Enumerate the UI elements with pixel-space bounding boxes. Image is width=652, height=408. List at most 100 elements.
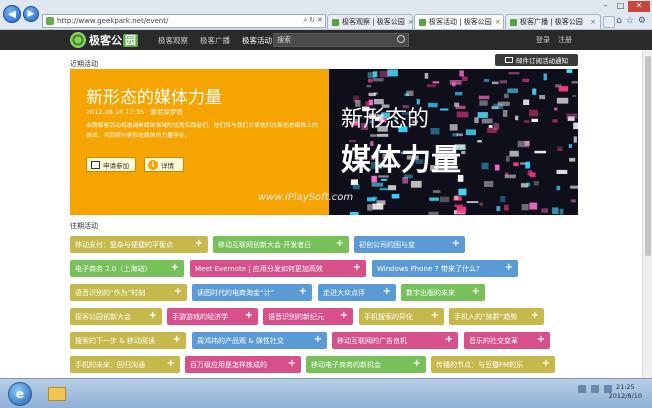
stop-icon[interactable]: ✕ [317, 16, 323, 25]
hero-tile [494, 164, 500, 171]
past-event-tag[interactable]: 数字出版的未来 + [401, 284, 485, 301]
refresh-icon[interactable]: ↻ [309, 16, 315, 25]
past-event-tag[interactable]: 音乐的社交变革 + [464, 332, 550, 349]
vertical-scrollbar[interactable] [642, 50, 652, 378]
site-logo[interactable]: 极客公园 [70, 32, 138, 48]
forward-button[interactable]: ▶ [23, 6, 39, 22]
tray-flag-icon[interactable] [578, 385, 586, 393]
hero-tile [454, 102, 460, 107]
plus-icon: + [298, 286, 307, 297]
detail-label: 详情 [161, 161, 174, 170]
maximize-button[interactable]: □ [613, 1, 628, 12]
back-arrow-icon: ◀ [8, 8, 16, 20]
hero-line-1: 新形态的 [341, 107, 430, 132]
ie-taskbar-icon[interactable]: e [8, 382, 32, 406]
tab-observation[interactable]: 极客观察 | 极客公园 × [327, 14, 413, 29]
new-tab-button[interactable] [603, 16, 615, 28]
past-event-tag[interactable]: Meet Evernote | 应用分发如何更加高效 + [190, 260, 366, 277]
apply-button[interactable]: 申请参加 [86, 157, 136, 172]
minimize-button[interactable]: – [598, 1, 613, 12]
tag-label: 移动支付：复杂与便捷的平衡点 [75, 240, 173, 249]
close-window-button[interactable]: ✕ [628, 1, 650, 12]
tag-label: 走进大众点评 [323, 288, 365, 297]
past-event-tag[interactable]: 手机入的“族群”趋势 + [449, 308, 544, 325]
hero-tile [483, 79, 490, 82]
past-event-tag[interactable]: 读图时代的电商淘金“计” + [192, 284, 312, 301]
tab-close-icon[interactable]: × [492, 18, 501, 26]
subscribe-button[interactable]: 邮件订阅活动通知 [495, 54, 578, 66]
hero-tile [481, 162, 489, 170]
hero-tile [496, 206, 501, 212]
past-event-tag[interactable]: 语音识别的“作为”时刻 + [70, 284, 187, 301]
hero-tile [552, 207, 559, 215]
hero-tile [430, 128, 440, 135]
tag-label: 电子商务 2.0（上海站） [75, 264, 152, 273]
past-event-tag[interactable]: 极客公园创新大会 + [70, 308, 162, 325]
hero-tile [387, 185, 397, 191]
past-event-tag[interactable]: 移动互联网的广告良机 + [332, 332, 458, 349]
nav-broadcast[interactable]: 极客广播 [200, 35, 230, 46]
home-icon[interactable]: ⌂ [616, 16, 622, 26]
search-icon[interactable] [397, 35, 405, 43]
past-event-tag[interactable]: 初创公司的困与变 + [354, 236, 465, 253]
event-title[interactable]: 新形态的媒体力量 [86, 83, 222, 108]
hero-tile [424, 73, 429, 79]
hero-tile [426, 84, 436, 88]
settings-icon[interactable]: ⚙ [638, 16, 646, 26]
hero-tile [508, 72, 520, 75]
register-link[interactable]: 注册 [558, 35, 572, 45]
tab-events[interactable]: 极客活动 | 极客公园 × [414, 14, 504, 29]
past-event-tag[interactable]: Windows Phone 7 带来了什么? + [372, 260, 518, 277]
info-icon: i [148, 159, 158, 170]
site-nav: 极客观察 极客广播 极客活动 [158, 30, 272, 50]
past-event-tag[interactable]: 传播的节点：与豆瓣FM的乐 + [431, 356, 555, 373]
past-event-tag[interactable]: 搜索的下一步 & 移动阅读 + [70, 332, 186, 349]
past-event-tag[interactable]: 手游游戏的经济学 + [167, 308, 258, 325]
tray-network-icon[interactable] [591, 385, 599, 393]
past-event-tag[interactable]: 移动支付：复杂与便捷的平衡点 + [70, 236, 208, 253]
past-event-tag[interactable]: 手机的未来：回归沟通 + [70, 356, 180, 373]
search-icon[interactable]: ⌕ [303, 16, 307, 25]
favorites-icon[interactable]: ☆ [626, 16, 634, 26]
tag-label: Meet Evernote | 应用分发如何更加高效 [195, 264, 323, 273]
tab-favicon-icon [510, 18, 517, 26]
banner-hero-image[interactable]: 新形态的 媒体力量 [329, 69, 578, 215]
search-placeholder: 搜索 [277, 36, 291, 44]
explorer-taskbar-button[interactable] [42, 382, 72, 406]
address-bar[interactable]: http://www.geekpark.net/event/ ⌕ ↻ ✕ [42, 14, 326, 28]
past-event-tag[interactable]: 移动互联网创新大会·开发者日 + [213, 236, 349, 253]
nav-observation[interactable]: 极客观察 [158, 35, 188, 46]
hero-tile [543, 73, 547, 81]
event-description: 本期极客活动将邀请新媒体领域的优秀实践者们，他们将与我们分享他们在新形态媒体上的… [86, 123, 318, 139]
hero-tile [379, 70, 390, 78]
tab-broadcast[interactable]: 极客广播 | 极客公园 × [505, 14, 601, 29]
search-input[interactable]: 搜索 [273, 33, 409, 47]
past-event-tag[interactable]: 走进大众点评 + [318, 284, 396, 301]
clock-date: 2012/8/10 [608, 392, 642, 400]
clock[interactable]: 21:25 2012/8/10 [609, 383, 642, 401]
hero-tile [523, 120, 530, 123]
past-event-tag[interactable]: 电子商务 2.0（上海站） + [70, 260, 184, 277]
hero-tile [570, 199, 576, 203]
detail-button[interactable]: i 详情 [144, 157, 184, 172]
nav-events[interactable]: 极客活动 [242, 35, 272, 46]
tab-close-icon[interactable]: × [405, 18, 412, 26]
hero-tile [449, 80, 462, 85]
hero-tile [477, 140, 482, 143]
past-event-tag[interactable]: 手机搜索的异化 + [359, 308, 444, 325]
tag-label: 音乐的社交变革 [469, 336, 518, 345]
tag-label: 移动互联网的广告良机 [337, 336, 407, 345]
hero-tile [371, 182, 383, 187]
hero-tile [478, 95, 490, 100]
past-event-tag[interactable]: 移动电子商务的新机会 + [306, 356, 426, 373]
past-event-tag[interactable]: 周鸿祎的产品观 & 弹性社交 + [192, 332, 327, 349]
tab-close-icon[interactable]: × [587, 18, 596, 26]
back-button[interactable]: ◀ [3, 5, 21, 23]
past-event-tag[interactable]: 百万级应用是怎样炼成的 + [185, 356, 301, 373]
browser-chrome: ◀ ▶ http://www.geekpark.net/event/ ⌕ ↻ ✕… [0, 0, 652, 30]
scroll-thumb[interactable] [645, 56, 651, 256]
past-event-tag[interactable]: 语音识别的新纪元 + [263, 308, 353, 325]
logo-mark-icon [70, 32, 86, 48]
hero-tile [573, 122, 578, 130]
login-link[interactable]: 登录 [536, 35, 550, 45]
